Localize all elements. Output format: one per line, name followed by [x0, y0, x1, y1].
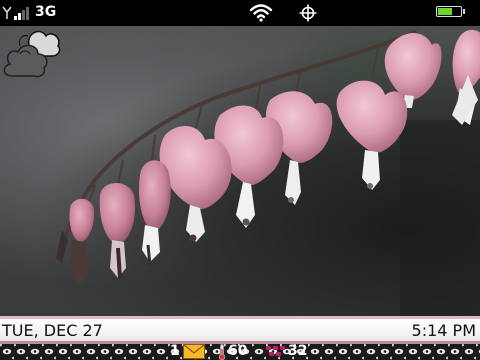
wifi-icon[interactable] — [249, 3, 273, 22]
wallpaper — [0, 26, 480, 316]
date-label: TUE, DEC 27 — [2, 321, 103, 340]
status-bar: 3G — [0, 0, 480, 26]
message-count: 1 — [170, 343, 180, 359]
signal-bars-icon — [14, 7, 29, 20]
temperature-count: 60 — [228, 343, 248, 359]
notification-bar: 1 60 32 — [0, 343, 480, 360]
thermometer-icon — [218, 344, 226, 360]
bbm-icon[interactable] — [265, 344, 287, 359]
envelope-icon[interactable] — [183, 344, 205, 359]
cloudy-weather-icon[interactable] — [0, 26, 62, 80]
battery-level-fill — [438, 8, 453, 15]
date-time-banner: TUE, DEC 27 5:14 PM — [0, 316, 480, 343]
clock-label[interactable]: 5:14 PM — [412, 321, 476, 340]
battery-icon[interactable] — [436, 6, 465, 17]
network-type-label: 3G — [35, 4, 57, 20]
antenna-icon — [2, 6, 12, 19]
location-icon[interactable] — [299, 4, 317, 22]
bleeding-heart-flowers-image — [56, 26, 480, 316]
bbm-count: 32 — [288, 343, 308, 359]
